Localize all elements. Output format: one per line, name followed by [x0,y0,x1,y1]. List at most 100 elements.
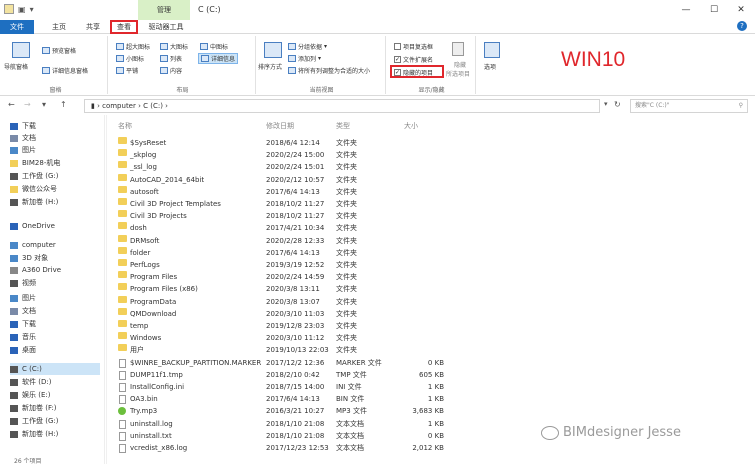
checkbox-checked[interactable]: ✓ [394,56,401,63]
table-row[interactable]: $WINRE_BACKUP_PARTITION.MARKER 2017/12/2 … [114,357,454,369]
table-row[interactable]: Civil 3D Projects 2018/10/2 11:27 文件夹 [114,210,454,222]
table-row[interactable]: DUMP11f1.tmp 2018/2/10 0:42 TMP 文件 605 KB [114,369,454,381]
table-row[interactable]: OA3.bin 2017/6/4 14:13 BIN 文件 1 KB [114,393,454,405]
close-button[interactable]: ✕ [727,0,755,20]
options-button[interactable]: 选项 [484,62,496,71]
nav-item[interactable]: 视频 [10,277,36,289]
nav-item[interactable]: 新加卷 (H:) [10,428,58,440]
address-dropdown-icon[interactable]: ▾ [604,100,608,108]
nav-item[interactable]: 音乐 [10,331,36,343]
up-button[interactable]: ↑ [60,100,67,109]
nav-item[interactable]: 新加卷 (F:) [10,402,57,414]
checkbox-unchecked[interactable] [394,43,401,50]
tiles-option[interactable]: 平铺 [116,66,138,75]
forward-button[interactable]: → [24,100,31,109]
column-header-name[interactable]: 名称 [118,121,132,131]
tab-share[interactable]: 共享 [78,20,108,34]
fit-columns-button[interactable]: 将所有列调整为合适的大小 [288,66,370,75]
table-row[interactable]: Windows 2020/3/10 11:12 文件夹 [114,332,454,344]
nav-item[interactable]: 3D 对象 [10,252,48,264]
list-option[interactable]: 列表 [160,54,182,63]
table-row[interactable]: temp 2019/12/8 23:03 文件夹 [114,320,454,332]
refresh-icon[interactable]: ↻ [614,100,621,109]
nav-item[interactable]: A360 Drive [10,264,61,276]
table-row[interactable]: ProgramData 2020/3/8 13:07 文件夹 [114,295,454,308]
item-checkboxes-toggle[interactable]: 项目复选框 [394,42,433,51]
breadcrumb-computer[interactable]: computer [102,102,136,110]
add-columns-button[interactable]: 添加列 ▾ [288,54,321,63]
table-row[interactable]: $SysReset 2018/6/4 12:14 文件夹 [114,137,454,149]
nav-item[interactable]: computer [10,239,56,251]
nav-item[interactable]: 下载 [10,120,36,132]
table-row[interactable]: DRMsoft 2020/2/28 12:33 文件夹 [114,234,454,247]
address-input[interactable]: ▮ › computer › C (C:) › [84,99,600,113]
tab-view[interactable]: 查看 [110,20,138,34]
nav-item[interactable]: OneDrive [10,220,55,232]
table-row[interactable]: InstallConfig.ini 2018/7/15 14:00 INI 文件 1 … [114,381,454,393]
tab-home[interactable]: 主页 [44,20,74,34]
column-header-modified[interactable]: 修改日期 [266,121,294,131]
table-row[interactable]: PerfLogs 2019/3/19 12:52 文件夹 [114,259,454,271]
minimize-button[interactable]: — [672,0,700,20]
table-row[interactable]: Program Files 2020/2/24 14:59 文件夹 [114,271,454,283]
table-row[interactable]: QMDownload 2020/3/10 11:03 文件夹 [114,307,454,320]
back-button[interactable]: ← [8,100,15,109]
breadcrumb-drive[interactable]: C (C:) [143,102,163,110]
details-pane-button[interactable]: 详细信息窗格 [42,66,88,75]
table-row[interactable]: _skplog 2020/2/24 15:00 文件夹 [114,149,454,161]
navigation-pane-icon[interactable] [12,42,30,58]
nav-item[interactable]: 工作盘 (G:) [10,415,58,427]
options-icon[interactable] [484,42,500,58]
recent-locations-button[interactable]: ▾ [42,100,46,109]
table-row[interactable]: 用户 2019/10/13 22:03 文件夹 [114,344,454,356]
large-icons-option[interactable]: 大图标 [160,42,188,51]
nav-item[interactable]: 新加卷 (H:) [10,196,58,208]
nav-item[interactable]: 文档 [10,305,36,317]
sort-by-button[interactable]: 排序方式 [258,62,282,71]
nav-item[interactable]: 工作盘 (G:) [10,170,58,182]
tab-drive-tools[interactable]: 驱动器工具 [142,20,190,34]
navigation-pane-button[interactable]: 导航窗格 [4,62,28,71]
folder-icon[interactable] [4,4,14,14]
nav-item[interactable]: C (C:) [10,363,100,375]
dropdown-icon[interactable]: ▾ [30,5,34,14]
nav-item[interactable]: 图片 [10,144,36,156]
nav-item[interactable]: 微信公众号 [10,183,57,195]
nav-item[interactable]: 软件 (D:) [10,376,51,388]
hide-selected-icon[interactable] [452,42,464,56]
help-icon[interactable]: ? [737,21,747,31]
table-row[interactable]: AutoCAD_2014_64bit 2020/2/12 10:57 文件夹 [114,173,454,186]
nav-item[interactable]: 文档 [10,132,36,144]
nav-item[interactable]: 图片 [10,292,36,304]
search-input[interactable]: 搜索"C (C:)" ⚲ [630,99,748,113]
tab-file[interactable]: 文件 [0,20,34,34]
sort-by-icon[interactable] [264,42,282,58]
nav-item[interactable]: 下载 [10,318,36,330]
table-row[interactable]: uninstall.log 2018/1/10 21:08 文本文档 1 KB [114,418,454,430]
nav-item[interactable]: 娱乐 (E:) [10,389,50,401]
nav-item[interactable]: BIM28-机电 [10,157,60,169]
table-row[interactable]: autosoft 2017/6/4 14:13 文件夹 [114,185,454,198]
pictures-icon [10,146,18,154]
medium-icons-option[interactable]: 中图标 [200,42,228,51]
small-icons-option[interactable]: 小图标 [116,54,144,63]
save-icon[interactable]: ▣ [18,5,26,14]
table-row[interactable]: Try.mp3 2016/3/21 10:27 MP3 文件 3,683 KB [114,405,454,417]
maximize-button[interactable]: ☐ [700,0,728,20]
table-row[interactable]: Civil 3D Project Templates 2018/10/2 11:2… [114,198,454,210]
details-option[interactable]: 详细信息 [198,53,239,64]
file-extensions-toggle[interactable]: ✓ 文件扩展名 [394,55,433,64]
xl-icons-option[interactable]: 超大图标 [116,42,150,51]
table-row[interactable]: vcredist_x86.log 2017/12/23 12:53 文本文档 2,01… [114,442,454,454]
table-row[interactable]: Program Files (x86) 2020/3/8 13:11 文件夹 [114,283,454,295]
content-option[interactable]: 内容 [160,66,182,75]
column-header-size[interactable]: 大小 [404,121,418,131]
preview-pane-button[interactable]: 预览窗格 [42,46,76,55]
nav-item[interactable]: 桌面 [10,344,36,356]
group-by-button[interactable]: 分组依据 ▾ [288,42,327,51]
table-row[interactable]: folder 2017/6/4 14:13 文件夹 [114,246,454,259]
table-row[interactable]: _ssl_log 2020/2/24 15:01 文件夹 [114,161,454,173]
table-row[interactable]: dosh 2017/4/21 10:34 文件夹 [114,222,454,234]
column-header-type[interactable]: 类型 [336,121,350,131]
table-row[interactable]: uninstall.txt 2018/1/10 21:08 文本文档 0 KB [114,430,454,442]
